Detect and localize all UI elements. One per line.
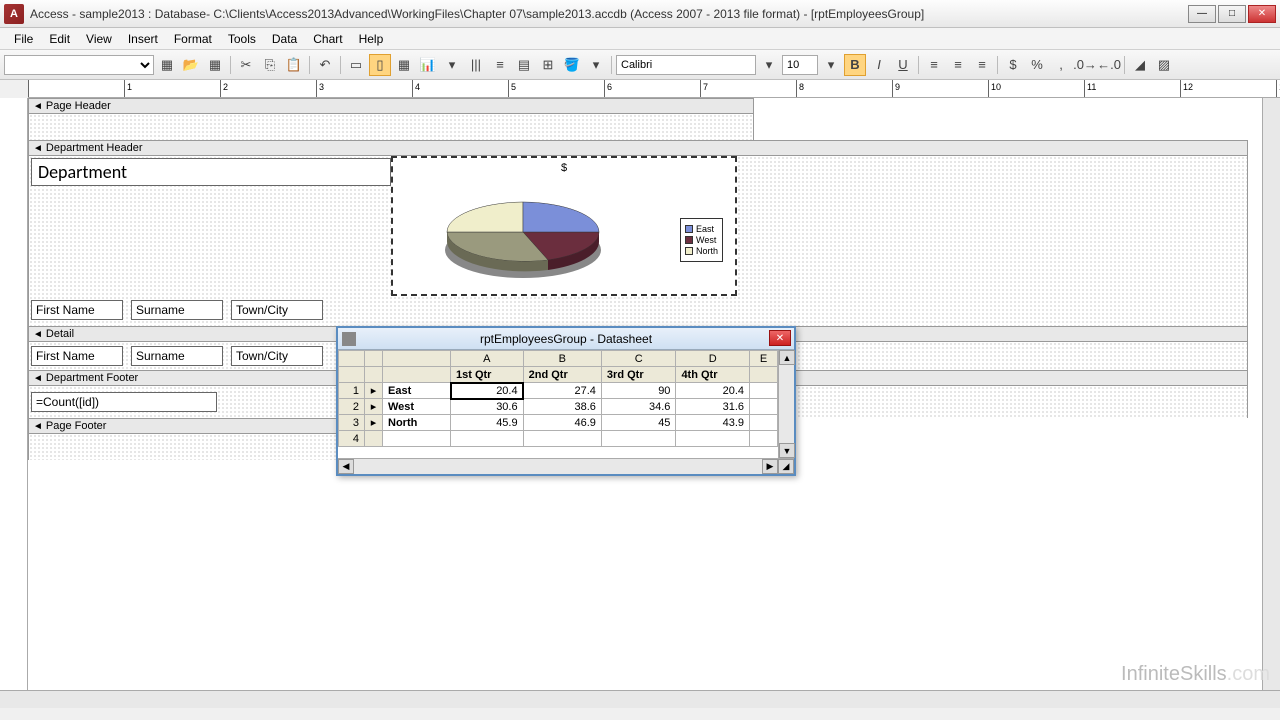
watermark: InfiniteSkills.com [1121, 663, 1270, 686]
fill-chevron-icon[interactable]: ▾ [585, 54, 607, 76]
comma-icon[interactable]: , [1050, 54, 1072, 76]
paste-icon[interactable]: 📋 [283, 54, 305, 76]
field-first-name-header[interactable]: First Name [31, 300, 123, 320]
byrow-icon[interactable]: ▭ [345, 54, 367, 76]
menu-help[interactable]: Help [351, 30, 392, 48]
menu-edit[interactable]: Edit [41, 30, 78, 48]
pie-chart-icon [433, 182, 613, 292]
app-icon: A [4, 4, 24, 24]
field-towncity[interactable]: Town/City [231, 346, 323, 366]
minimize-button[interactable]: — [1188, 5, 1216, 23]
decrease-decimal-icon[interactable]: ←.0 [1098, 54, 1120, 76]
menu-insert[interactable]: Insert [120, 30, 166, 48]
horizontal-ruler: 12345678910111213 [28, 80, 1280, 98]
bycol-icon[interactable]: ▯ [369, 54, 391, 76]
menu-bar: File Edit View Insert Format Tools Data … [0, 28, 1280, 50]
vertical-scrollbar[interactable] [1262, 98, 1280, 690]
menu-format[interactable]: Format [166, 30, 220, 48]
size-chevron-icon[interactable]: ▾ [820, 54, 842, 76]
chevron-down-icon[interactable]: ▾ [441, 54, 463, 76]
font-selector[interactable] [616, 55, 756, 75]
data-table-icon[interactable]: ⊞ [537, 54, 559, 76]
section-label: Department Header [46, 142, 143, 154]
scroll-right-icon[interactable]: ▶ [762, 459, 778, 474]
align-center-icon[interactable]: ≡ [947, 54, 969, 76]
undo-icon[interactable]: ↶ [314, 54, 336, 76]
menu-file[interactable]: File [6, 30, 41, 48]
close-button[interactable]: ✕ [1248, 5, 1276, 23]
datasheet-title: rptEmployeesGroup - Datasheet [480, 332, 652, 346]
section-page-header[interactable]: ◄Page Header [28, 98, 754, 114]
title-bar: A Access - sample2013 : Database- C:\Cli… [0, 0, 1280, 28]
increase-decimal-icon[interactable]: .0→ [1074, 54, 1096, 76]
datasheet-window[interactable]: rptEmployeesGroup - Datasheet ✕ A B C D … [336, 326, 796, 476]
chart-type-icon[interactable]: 📊 [417, 54, 439, 76]
font-size-selector[interactable] [782, 55, 818, 75]
italic-button[interactable]: I [868, 54, 890, 76]
toolbar: ▦ 📂 ▦ ✂ ⎘ 📋 ↶ ▭ ▯ ▦ 📊 ▾ ||| ≡ ▤ ⊞ 🪣 ▾ ▾ … [0, 50, 1280, 80]
object-selector[interactable] [4, 55, 154, 75]
scroll-down-icon[interactable]: ▼ [779, 443, 795, 458]
category-axis-icon[interactable]: ||| [465, 54, 487, 76]
underline-button[interactable]: U [892, 54, 914, 76]
section-label: Detail [46, 328, 74, 340]
copy-icon[interactable]: ⎘ [259, 54, 281, 76]
cut-icon[interactable]: ✂ [235, 54, 257, 76]
field-surname[interactable]: Surname [131, 346, 223, 366]
section-label: Page Header [46, 100, 111, 112]
value-axis-icon[interactable]: ≡ [489, 54, 511, 76]
table-row: 3▸ North 45.9 46.9 45 43.9 [339, 415, 778, 431]
section-label: Page Footer [46, 420, 107, 432]
menu-chart[interactable]: Chart [305, 30, 350, 48]
report-design-area: ◄Page Header ◄Department Header Departme… [0, 98, 1280, 708]
maximize-button[interactable]: □ [1218, 5, 1246, 23]
chart-legend: East West North [680, 218, 723, 262]
department-label[interactable]: Department [31, 158, 391, 186]
legend-icon[interactable]: ▤ [513, 54, 535, 76]
section-label: Department Footer [46, 372, 138, 384]
chart-object[interactable]: $ East West North [391, 156, 737, 296]
section-department-header[interactable]: ◄Department Header [28, 140, 1248, 156]
bold-button[interactable]: B [844, 54, 866, 76]
angle-icon[interactable]: ◢ [1129, 54, 1151, 76]
font-chevron-icon[interactable]: ▾ [758, 54, 780, 76]
field-surname-header[interactable]: Surname [131, 300, 223, 320]
window-title: Access - sample2013 : Database- C:\Clien… [30, 7, 1188, 21]
scroll-left-icon[interactable]: ◀ [338, 459, 354, 474]
currency-icon[interactable]: $ [1002, 54, 1024, 76]
datasheet-icon [342, 332, 356, 346]
menu-data[interactable]: Data [264, 30, 305, 48]
align-left-icon[interactable]: ≡ [923, 54, 945, 76]
chart-title: $ [393, 162, 735, 174]
percent-icon[interactable]: % [1026, 54, 1048, 76]
datasheet-horizontal-scrollbar[interactable]: ◀ ▶ ◢ [338, 458, 794, 474]
field-towncity-header[interactable]: Town/City [231, 300, 323, 320]
align-right-icon[interactable]: ≡ [971, 54, 993, 76]
datasheet-vertical-scrollbar[interactable]: ▲ ▼ [778, 350, 794, 458]
resize-grip-icon[interactable]: ◢ [778, 459, 794, 474]
datasheet-close-button[interactable]: ✕ [769, 330, 791, 346]
menu-view[interactable]: View [78, 30, 120, 48]
field-count-expression[interactable]: =Count([id]) [31, 392, 217, 412]
datasheet-grid[interactable]: A B C D E 1st Qtr 2nd Qtr 3rd Qtr 4th Qt… [338, 350, 778, 458]
table-row: 1▸ East 20.4 27.4 90 20.4 [339, 383, 778, 399]
table-icon[interactable]: ▦ [393, 54, 415, 76]
grid-icon[interactable]: ▦ [204, 54, 226, 76]
pattern-icon[interactable]: ▨ [1153, 54, 1175, 76]
open-icon[interactable]: 📂 [180, 54, 202, 76]
field-first-name[interactable]: First Name [31, 346, 123, 366]
vertical-ruler [0, 98, 28, 708]
table-row: 4 [339, 431, 778, 447]
properties-icon[interactable]: ▦ [156, 54, 178, 76]
scroll-up-icon[interactable]: ▲ [779, 350, 795, 365]
horizontal-scrollbar[interactable] [0, 690, 1280, 708]
menu-tools[interactable]: Tools [220, 30, 264, 48]
fill-icon[interactable]: 🪣 [561, 54, 583, 76]
datasheet-title-bar[interactable]: rptEmployeesGroup - Datasheet ✕ [338, 328, 794, 350]
table-row: 2▸ West 30.6 38.6 34.6 31.6 [339, 399, 778, 415]
